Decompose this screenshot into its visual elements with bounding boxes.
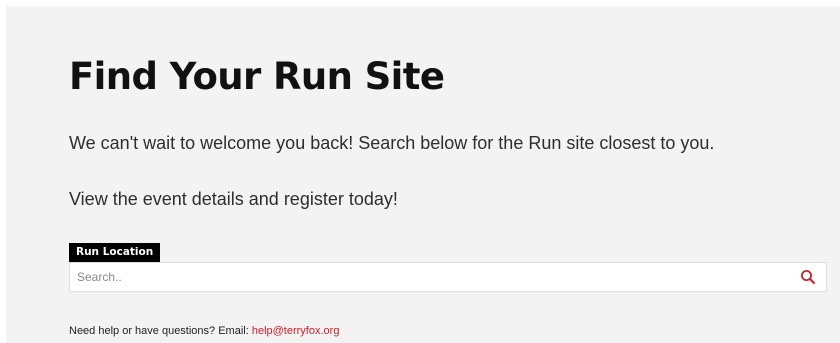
run-location-search-box	[69, 262, 827, 292]
register-cta-text: View the event details and register toda…	[69, 189, 398, 209]
page-title: Find Your Run Site	[69, 55, 445, 98]
help-email-link[interactable]: help@terryfox.org	[252, 325, 340, 337]
intro-text: We can't wait to welcome you back! Searc…	[69, 133, 715, 153]
find-run-site-panel: Find Your Run Site We can't wait to welc…	[6, 6, 840, 343]
help-text: Need help or have questions? Email: help…	[69, 325, 339, 338]
run-location-search-input[interactable]	[77, 263, 777, 291]
search-icon[interactable]	[800, 269, 816, 285]
help-prefix: Need help or have questions? Email:	[69, 325, 249, 337]
run-location-label: Run Location	[69, 243, 161, 262]
